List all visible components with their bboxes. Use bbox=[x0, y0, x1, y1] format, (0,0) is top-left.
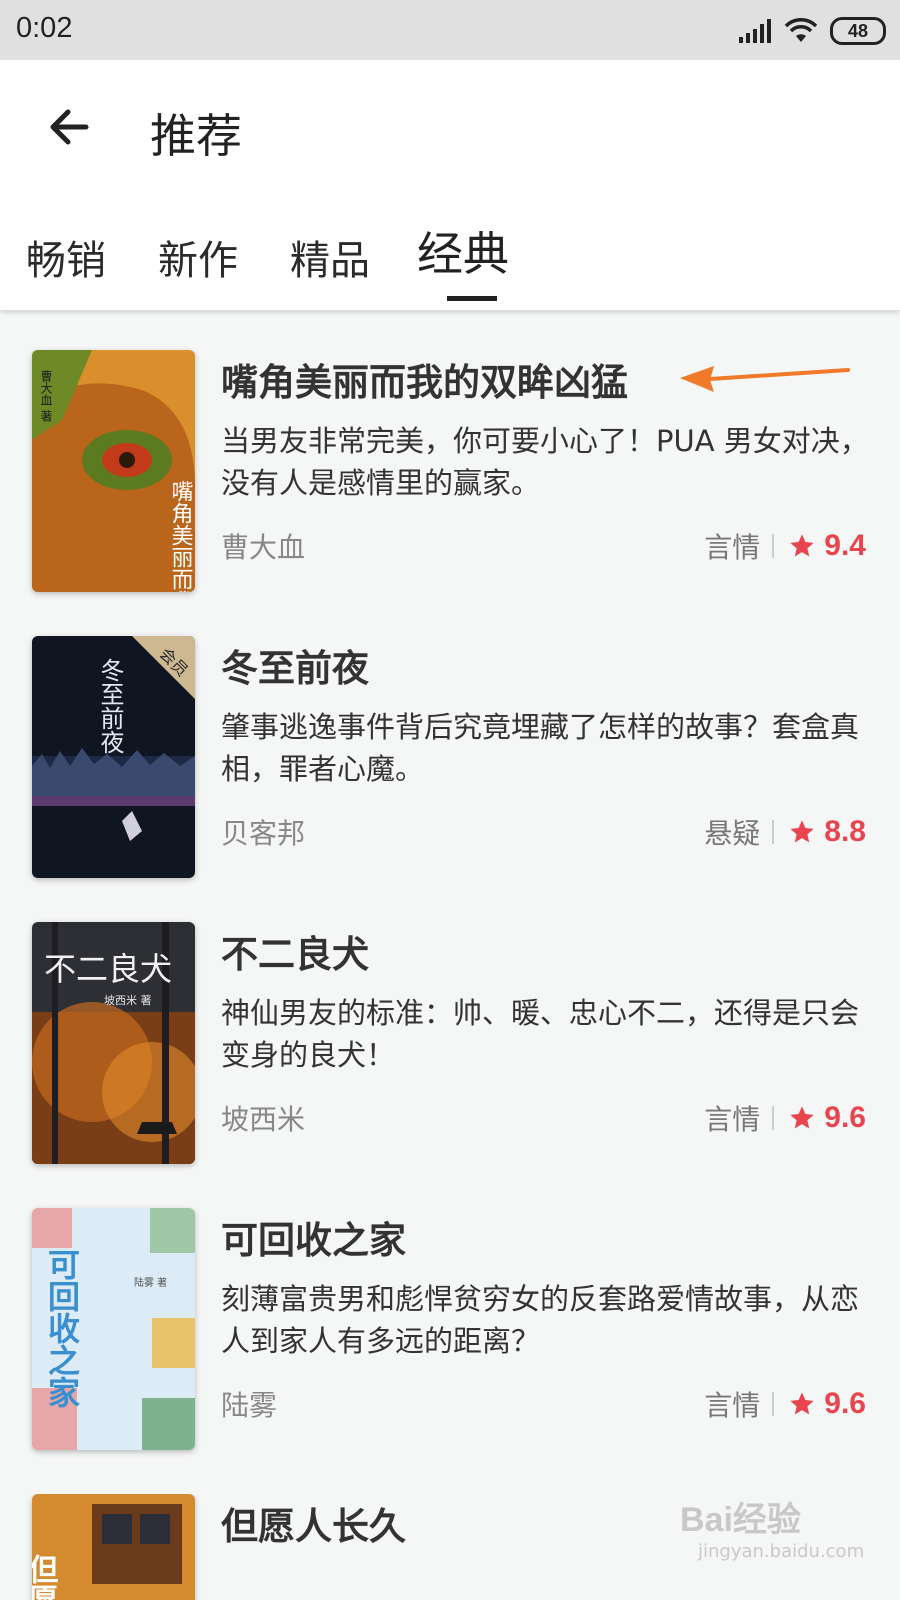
book-title: 嘴角美丽而我的双眸凶猛 bbox=[221, 361, 628, 404]
book-cover: 曹大血 著 嘴角美丽而我的双眸凶猛 bbox=[32, 350, 195, 592]
book-cover: 不二良犬 坡西米 著 bbox=[32, 922, 195, 1164]
watermark-logo: Bai经验 bbox=[680, 1501, 801, 1539]
book-meta: 言情 9.6 bbox=[704, 1384, 866, 1424]
book-title: 可回收之家 bbox=[221, 1219, 406, 1262]
book-rating: 8.8 bbox=[824, 815, 866, 848]
cover-title: 冬至前夜 bbox=[96, 658, 124, 754]
divider bbox=[772, 1106, 775, 1130]
cover-title: 但愿 bbox=[32, 1554, 59, 1600]
book-author: 贝客邦 bbox=[221, 817, 306, 850]
book-description: 肇事逃逸事件背后究竟埋藏了怎样的故事？套盒真相，罪者心魔。 bbox=[221, 710, 860, 786]
book-list-item[interactable]: 不二良犬 坡西米 著 不二良犬 神仙男友的标准：帅、暖、忠心不二，还得是只会变身… bbox=[0, 922, 900, 1214]
book-rating: 9.4 bbox=[824, 529, 866, 562]
watermark: Bai经验 jingyan.baidu.com bbox=[680, 1492, 864, 1562]
divider bbox=[772, 1392, 775, 1416]
book-author: 陆雾 bbox=[221, 1389, 278, 1422]
book-description: 神仙男友的标准：帅、暖、忠心不二，还得是只会变身的良犬！ bbox=[221, 996, 860, 1072]
cover-author-mark: 坡西米 著 bbox=[104, 993, 152, 1007]
tab-classic[interactable]: 经典 bbox=[417, 218, 509, 284]
star-icon bbox=[790, 1106, 814, 1129]
book-title: 不二良犬 bbox=[221, 933, 369, 976]
book-list-item[interactable]: 会员 冬至前夜 冬至前夜 肇事逃逸事件背后究竟埋藏了怎样的故事？套盒真相，罪者心… bbox=[0, 636, 900, 928]
cover-title: 可回收之家 bbox=[43, 1248, 81, 1408]
status-time: 0:02 bbox=[16, 12, 73, 44]
book-meta: 言情 9.6 bbox=[704, 1098, 866, 1138]
annotation-arrow-icon bbox=[680, 366, 850, 392]
star-icon bbox=[790, 534, 814, 557]
star-icon bbox=[790, 1392, 814, 1415]
battery-level: 48 bbox=[847, 20, 869, 41]
book-cover: 可回收之家 陆雾 著 bbox=[32, 1208, 195, 1450]
app-bar: 推荐 畅销 新作 精品 经典 bbox=[0, 60, 900, 310]
cover-author-mark: 陆雾 著 bbox=[134, 1276, 167, 1289]
book-description: 刻薄富贵男和彪悍贫穷女的反套路爱情故事，从恋人到家人有多远的距离？ bbox=[221, 1282, 860, 1358]
book-meta: 言情 9.4 bbox=[704, 526, 866, 566]
book-genre: 悬疑 bbox=[704, 817, 761, 850]
book-genre: 言情 bbox=[704, 531, 761, 564]
divider bbox=[772, 534, 775, 558]
page-title: 推荐 bbox=[150, 109, 242, 163]
book-title: 冬至前夜 bbox=[221, 647, 369, 690]
book-meta: 悬疑 8.8 bbox=[704, 812, 866, 852]
book-author: 曹大血 bbox=[221, 531, 306, 564]
book-cover: 会员 冬至前夜 bbox=[32, 636, 195, 878]
wifi-icon bbox=[784, 18, 818, 42]
arrow-back-icon bbox=[50, 109, 89, 145]
cover-title: 不二良犬 bbox=[44, 950, 172, 988]
watermark-url: jingyan.baidu.com bbox=[698, 1541, 865, 1562]
battery-icon: 48 bbox=[830, 17, 886, 45]
cover-title: 嘴角美丽而我的双眸凶猛 bbox=[168, 480, 194, 592]
book-genre: 言情 bbox=[704, 1389, 761, 1422]
book-title: 但愿人长久 bbox=[221, 1505, 406, 1548]
star-icon bbox=[790, 820, 814, 843]
divider bbox=[772, 820, 775, 844]
tab-indicator bbox=[447, 296, 497, 301]
tab-premium[interactable]: 精品 bbox=[290, 228, 370, 286]
status-bar: 0:02 48 bbox=[0, 0, 900, 60]
book-author: 坡西米 bbox=[221, 1103, 306, 1136]
cover-author-mark: 曹大血 著 bbox=[39, 370, 53, 423]
book-rating: 9.6 bbox=[824, 1387, 866, 1420]
status-icons: 48 bbox=[738, 14, 886, 48]
book-rating: 9.6 bbox=[824, 1101, 866, 1134]
signal-icon bbox=[739, 19, 771, 43]
book-list-item[interactable]: 可回收之家 陆雾 著 可回收之家 刻薄富贵男和彪悍贫穷女的反套路爱情故事，从恋人… bbox=[0, 1208, 900, 1500]
book-genre: 言情 bbox=[704, 1103, 761, 1136]
book-description: 当男友非常完美，你可要小心了！PUA 男女对决，没有人是感情里的赢家。 bbox=[221, 424, 869, 500]
tab-bestseller[interactable]: 畅销 bbox=[26, 228, 106, 286]
tab-new[interactable]: 新作 bbox=[158, 228, 238, 286]
book-cover: 但愿 bbox=[32, 1494, 195, 1600]
back-button[interactable] bbox=[42, 100, 96, 154]
